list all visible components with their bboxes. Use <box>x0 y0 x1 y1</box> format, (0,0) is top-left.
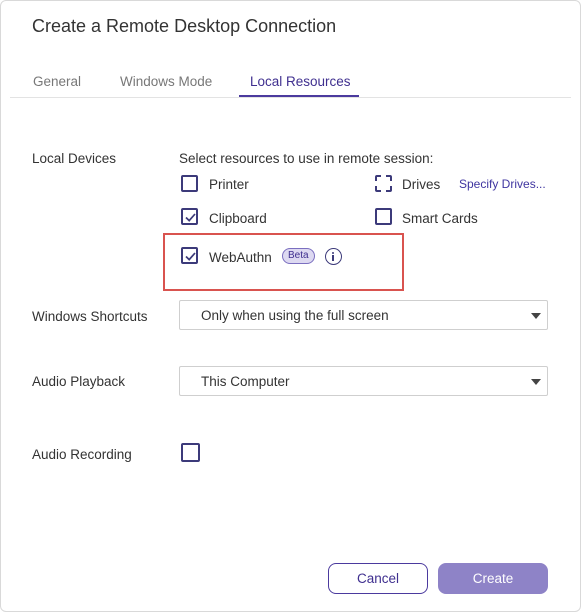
smart-cards-checkbox[interactable] <box>375 208 392 225</box>
audio-recording-label: Audio Recording <box>32 447 132 462</box>
checkmark-icon <box>185 252 196 261</box>
beta-badge: Beta <box>282 248 315 264</box>
tabs-divider <box>10 97 571 98</box>
local-devices-label: Local Devices <box>32 151 117 166</box>
windows-shortcuts-label: Windows Shortcuts <box>32 309 148 324</box>
audio-playback-label: Audio Playback <box>32 374 126 389</box>
tab-windows-mode[interactable]: Windows Mode <box>120 74 212 89</box>
cancel-button[interactable]: Cancel <box>328 563 428 594</box>
tab-general[interactable]: General <box>33 74 81 89</box>
webauthn-highlight-box <box>163 233 404 291</box>
clipboard-checkbox[interactable] <box>181 208 198 225</box>
dropdown-arrow-icon <box>531 313 541 319</box>
audio-recording-checkbox[interactable] <box>181 443 200 462</box>
smart-cards-label: Smart Cards <box>402 211 478 226</box>
dialog-title: Create a Remote Desktop Connection <box>32 16 337 36</box>
dropdown-arrow-icon <box>531 379 541 385</box>
create-button[interactable]: Create <box>438 563 548 594</box>
audio-playback-select[interactable]: This Computer <box>179 366 548 396</box>
webauthn-label: WebAuthn <box>209 250 272 265</box>
audio-playback-value: This Computer <box>201 374 290 389</box>
clipboard-label: Clipboard <box>209 211 267 226</box>
printer-label: Printer <box>209 177 249 192</box>
drives-checkbox[interactable] <box>375 175 392 192</box>
printer-checkbox[interactable] <box>181 175 198 192</box>
tab-local-resources[interactable]: Local Resources <box>250 74 351 89</box>
specify-drives-link[interactable]: Specify Drives... <box>459 177 546 191</box>
webauthn-checkbox[interactable] <box>181 247 198 264</box>
active-tab-indicator <box>239 95 359 97</box>
checkmark-icon <box>185 213 196 222</box>
drives-label: Drives <box>402 177 441 192</box>
windows-shortcuts-value: Only when using the full screen <box>201 308 389 323</box>
windows-shortcuts-select[interactable]: Only when using the full screen <box>179 300 548 330</box>
info-icon[interactable] <box>325 248 342 265</box>
local-devices-instruction: Select resources to use in remote sessio… <box>179 151 434 166</box>
